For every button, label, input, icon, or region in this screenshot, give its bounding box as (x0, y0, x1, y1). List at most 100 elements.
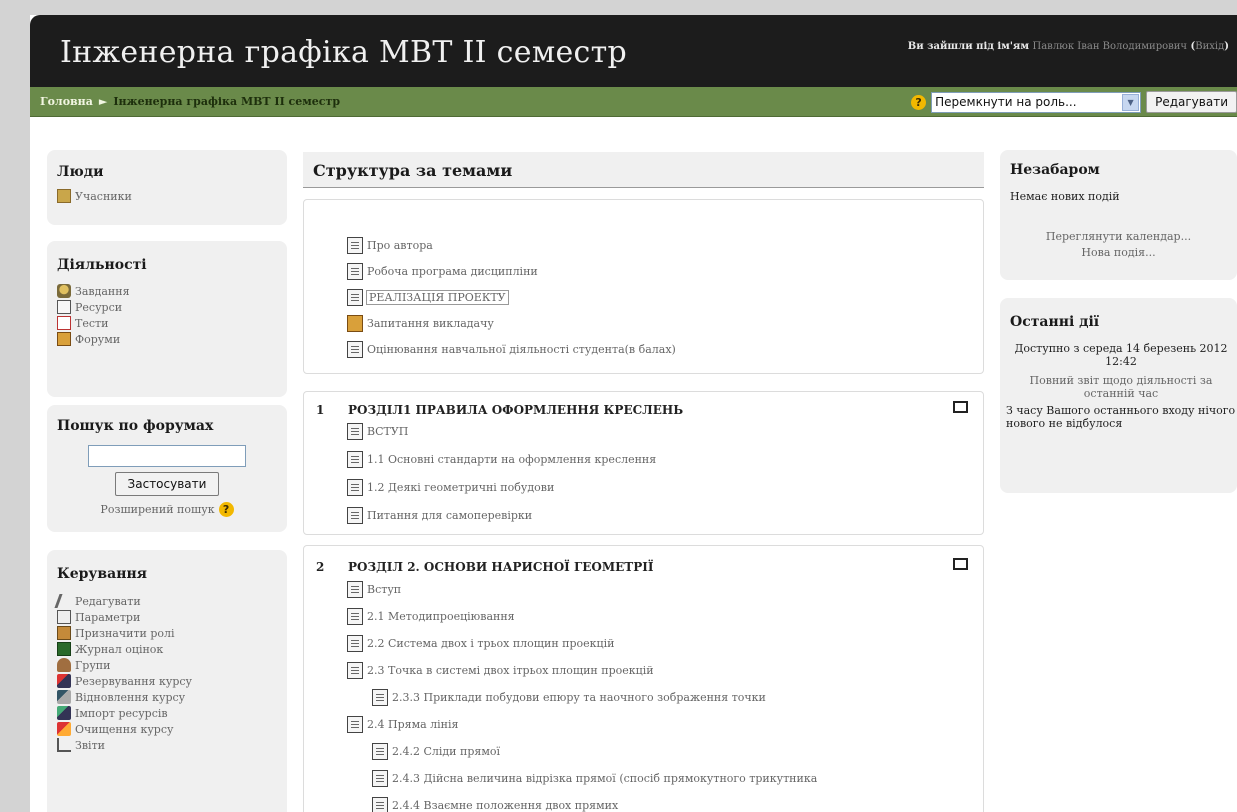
activity-resources[interactable]: Ресурси (57, 299, 130, 315)
upcoming-title: Незабаром (1010, 162, 1100, 178)
admin-label: Імпорт ресурсів (75, 706, 168, 720)
user-link[interactable]: Павлюк Іван Володимирович (1033, 41, 1188, 52)
resource-icon (347, 262, 363, 280)
settings-icon (57, 610, 71, 624)
admin-reports[interactable]: Звіти (57, 737, 192, 753)
resource-item[interactable]: 2.4.2 Сліди прямої (372, 742, 500, 760)
chevron-down-icon[interactable]: ▼ (1122, 93, 1140, 111)
resource-label: Про автора (367, 238, 433, 252)
resource-icon (347, 715, 363, 733)
backup-icon (57, 674, 71, 688)
forum-item[interactable]: Запитання викладачу (347, 314, 494, 332)
grades-icon (57, 642, 71, 656)
resource-icon (347, 422, 363, 440)
resource-item[interactable]: Про автора (347, 236, 433, 254)
site-header: Інженерна графіка МВТ ІІ семестр Ви зайш… (30, 15, 1237, 87)
help-icon[interactable]: ? (911, 94, 927, 110)
admin-reset[interactable]: Очищення курсу (57, 721, 192, 737)
resource-item[interactable]: 2.4.4 Взаємне положення двох прямих (372, 796, 618, 812)
resource-label: Оцінювання навчальної діяльності студент… (367, 342, 676, 356)
import-icon (57, 706, 71, 720)
admin-edit[interactable]: Редагувати (54, 593, 192, 609)
section-checkbox[interactable] (953, 558, 968, 570)
resource-icon (347, 634, 363, 652)
forum-search-input[interactable] (88, 445, 246, 467)
reset-icon (57, 722, 71, 736)
course-format-title: Структура за темами (313, 161, 513, 180)
admin-restore[interactable]: Відновлення курсу (57, 689, 192, 705)
admin-groups[interactable]: Групи (57, 657, 192, 673)
breadcrumb-current[interactable]: Інженерна графіка МВТ ІІ семестр (113, 95, 340, 108)
resource-label: 2.4 Пряма лінія (367, 717, 459, 731)
forum-search-form: Застосувати Розширений пошук ? (47, 435, 287, 517)
advanced-search-link[interactable]: Розширений пошук (100, 503, 214, 516)
activity-assignments[interactable]: Завдання (57, 283, 130, 299)
groups-icon (57, 658, 71, 672)
section-1: 1 РОЗДІЛ1 ПРАВИЛА ОФОРМЛЕННЯ КРЕСЛЕНЬ ВС… (303, 391, 984, 535)
participants-link[interactable]: Учасники (57, 188, 132, 204)
people-title: Люди (57, 164, 104, 180)
roles-icon (57, 626, 71, 640)
resource-item[interactable]: 1.2 Деякі геометричні побудови (347, 478, 554, 496)
logout-link[interactable]: Вихід (1195, 41, 1224, 52)
resource-icon (372, 688, 388, 706)
section-checkbox[interactable] (953, 401, 968, 413)
resource-item[interactable]: ВСТУП (347, 422, 408, 440)
resource-item[interactable]: Оцінювання навчальної діяльності студент… (347, 340, 676, 358)
switch-role-select[interactable]: Перемкнути на роль... ▼ (931, 91, 1142, 113)
resource-item[interactable]: Питання для самоперевірки (347, 506, 532, 524)
forum-icon (57, 332, 71, 346)
full-report-link[interactable]: Повний звіт щодо діяльності за останній … (1010, 374, 1232, 400)
resource-label: 2.3 Точка в системі двох ітрьох площин п… (367, 663, 654, 677)
calendar-link[interactable]: Переглянути календар... (1000, 230, 1237, 243)
resource-item[interactable]: 2.3 Точка в системі двох ітрьох площин п… (347, 661, 654, 679)
login-info: Ви зайшли під ім'ям Павлюк Іван Володими… (907, 41, 1229, 52)
forum-search-title: Пошук по форумах (57, 418, 214, 434)
resource-icon (372, 796, 388, 812)
resource-item[interactable]: 2.2 Система двох і трьох площин проекцій (347, 634, 614, 652)
forum-search-button[interactable]: Застосувати (115, 472, 219, 496)
resource-label: 2.4.2 Сліди прямої (392, 744, 501, 758)
activity-since-text: Доступно з середа 14 березень 2012 12:42 (1014, 342, 1228, 368)
admin-import[interactable]: Імпорт ресурсів (57, 705, 192, 721)
admin-assign-roles[interactable]: Призначити ролі (57, 625, 192, 641)
resource-item[interactable]: 2.4.3 Дійсна величина відрізка прямої (с… (372, 769, 817, 787)
site-title[interactable]: Інженерна графіка МВТ ІІ семестр (60, 35, 627, 70)
reports-icon (57, 738, 71, 752)
section-title: РОЗДІЛ1 ПРАВИЛА ОФОРМЛЕННЯ КРЕСЛЕНЬ (348, 403, 684, 417)
help-icon[interactable]: ? (218, 502, 234, 517)
resource-item[interactable]: Робоча програма дисципліни (347, 262, 538, 280)
section-2: 2 РОЗДІЛ 2. ОСНОВИ НАРИСНОЇ ГЕОМЕТРІЇ Вс… (303, 545, 984, 812)
recent-activity-title: Останні дії (1010, 314, 1100, 330)
administration-title: Керування (57, 566, 148, 582)
resource-item[interactable]: 1.1 Основні стандарти на оформлення крес… (347, 450, 656, 468)
resource-label: 2.4.3 Дійсна величина відрізка прямої (с… (392, 771, 818, 785)
resource-item[interactable]: 2.4 Пряма лінія (347, 715, 458, 733)
restore-icon (57, 690, 71, 704)
resource-label: РЕАЛІЗАЦІЯ ПРОЕКТУ (366, 289, 509, 305)
resource-label: Робоча програма дисципліни (367, 264, 538, 278)
activity-quizzes[interactable]: Тести (57, 315, 130, 331)
resource-label: 1.2 Деякі геометричні побудови (367, 480, 555, 494)
resource-icon (347, 450, 363, 468)
resource-label: 2.2 Система двох і трьох площин проекцій (367, 636, 615, 650)
resource-label: Запитання викладачу (367, 316, 494, 330)
admin-settings[interactable]: Параметри (57, 609, 192, 625)
activity-forums[interactable]: Форуми (57, 331, 130, 347)
forum-icon (347, 314, 363, 332)
resource-icon (372, 742, 388, 760)
breadcrumb-home[interactable]: Головна (40, 95, 93, 108)
resource-item[interactable]: Вступ (347, 580, 401, 598)
activity-label: Ресурси (75, 300, 123, 314)
resource-icon (347, 506, 363, 524)
admin-backup[interactable]: Резервування курсу (57, 673, 192, 689)
resource-item[interactable]: 2.1 Методипроеціювання (347, 607, 515, 625)
resource-item[interactable]: РЕАЛІЗАЦІЯ ПРОЕКТУ (347, 288, 509, 306)
new-event-link[interactable]: Нова подія... (1000, 246, 1237, 259)
admin-grades[interactable]: Журнал оцінок (57, 641, 192, 657)
resource-label: 2.1 Методипроеціювання (367, 609, 515, 623)
edit-icon (54, 594, 74, 608)
login-prefix: Ви зайшли під ім'ям (907, 41, 1030, 52)
edit-mode-button[interactable]: Редагувати (1146, 91, 1237, 113)
resource-item[interactable]: 2.3.3 Приклади побудови епюру та наочног… (372, 688, 766, 706)
